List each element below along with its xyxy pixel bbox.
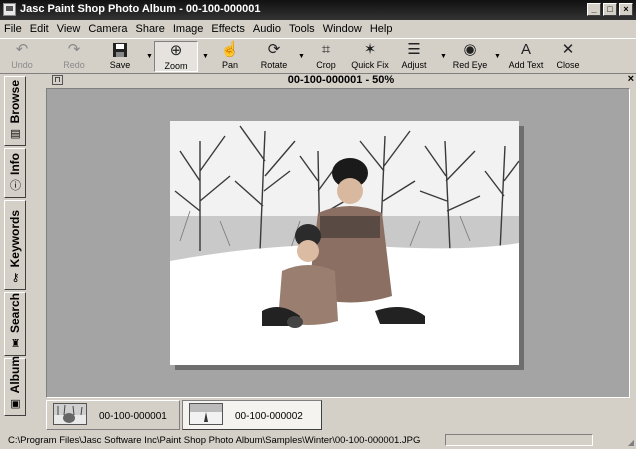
thumbnail-image bbox=[53, 403, 87, 425]
key-icon: ⚷ bbox=[11, 272, 20, 284]
tab-album[interactable]: Album ▣ bbox=[4, 356, 26, 416]
undo-button[interactable]: ↶ Undo bbox=[4, 41, 40, 72]
red-eye-button[interactable]: ◉ Red Eye bbox=[450, 41, 490, 72]
adjust-button[interactable]: ☰ Adjust bbox=[396, 41, 432, 72]
tab-info[interactable]: Info ⓘ bbox=[4, 148, 26, 198]
menu-tools[interactable]: Tools bbox=[285, 23, 319, 35]
close-x-icon: ✕ bbox=[561, 41, 575, 58]
magnifier-icon: ⊕ bbox=[169, 42, 183, 59]
menu-help[interactable]: Help bbox=[366, 23, 397, 35]
red-eye-dropdown-arrow[interactable]: ▼ bbox=[494, 53, 501, 60]
filmstrip-item-label: 00-100-000001 bbox=[99, 411, 167, 422]
app-icon[interactable] bbox=[3, 3, 16, 16]
crop-button[interactable]: ⌗ Crop bbox=[308, 41, 344, 72]
hand-icon: ☝ bbox=[220, 41, 240, 58]
menu-effects[interactable]: Effects bbox=[207, 23, 248, 35]
pan-button[interactable]: ☝ Pan bbox=[212, 41, 248, 72]
adjust-dropdown-arrow[interactable]: ▼ bbox=[440, 53, 447, 60]
filmstrip-item[interactable]: 00-100-000001 bbox=[46, 400, 180, 430]
resize-grip-icon[interactable]: ◢ bbox=[628, 438, 634, 447]
status-bar: C:\Program Files\Jasc Software Inc\Paint… bbox=[0, 432, 636, 449]
window-title: Jasc Paint Shop Photo Album - 00-100-000… bbox=[20, 3, 261, 15]
adjust-sliders-icon: ☰ bbox=[407, 41, 421, 58]
zoom-dropdown-arrow[interactable]: ▼ bbox=[202, 53, 209, 60]
title-bar: Jasc Paint Shop Photo Album - 00-100-000… bbox=[0, 0, 636, 20]
redo-icon: ↷ bbox=[67, 41, 81, 58]
photo-preview[interactable] bbox=[170, 121, 519, 365]
rotate-dropdown-arrow[interactable]: ▼ bbox=[298, 53, 305, 60]
tab-search[interactable]: Search ♜ bbox=[4, 292, 26, 356]
menu-window[interactable]: Window bbox=[319, 23, 366, 35]
info-icon: ⓘ bbox=[10, 180, 21, 192]
filmstrip-item[interactable]: 00-100-000002 bbox=[182, 400, 322, 430]
save-button[interactable]: Save bbox=[102, 41, 138, 72]
undo-icon: ↶ bbox=[15, 41, 29, 58]
text-icon: A bbox=[520, 41, 531, 58]
snow-scene-image bbox=[170, 121, 519, 365]
eye-icon: ◉ bbox=[463, 41, 477, 58]
status-panel bbox=[445, 434, 593, 446]
thumbnail-image bbox=[189, 403, 223, 425]
browse-icon: ▤ bbox=[10, 128, 21, 140]
filmstrip: 00-100-000001 00-100-000002 bbox=[46, 398, 636, 432]
close-button[interactable]: ✕ Close bbox=[552, 41, 584, 72]
filmstrip-item-label: 00-100-000002 bbox=[235, 411, 303, 422]
menu-bar: File Edit View Camera Share Image Effect… bbox=[0, 20, 636, 38]
tab-browse[interactable]: Browse ▤ bbox=[4, 76, 26, 146]
menu-camera[interactable]: Camera bbox=[84, 23, 131, 35]
magic-wand-icon: ✶ bbox=[363, 41, 377, 58]
maximize-button[interactable]: □ bbox=[603, 3, 617, 16]
menu-share[interactable]: Share bbox=[131, 23, 168, 35]
rotate-icon: ⟳ bbox=[267, 41, 281, 58]
menu-file[interactable]: File bbox=[0, 23, 26, 35]
add-text-button[interactable]: A Add Text bbox=[504, 41, 548, 72]
side-tabs: Browse ▤ Info ⓘ Keywords ⚷ Search ♜ Albu… bbox=[0, 74, 44, 416]
binoculars-icon: ♜ bbox=[10, 338, 21, 350]
menu-edit[interactable]: Edit bbox=[26, 23, 53, 35]
document-title: 00-100-000001 - 50% bbox=[287, 74, 395, 86]
album-icon: ▣ bbox=[10, 398, 21, 410]
crop-icon: ⌗ bbox=[321, 41, 331, 58]
close-window-button[interactable]: × bbox=[619, 3, 633, 16]
window-controls: _ □ × bbox=[587, 3, 633, 16]
minimize-button[interactable]: _ bbox=[587, 3, 601, 16]
close-document-button[interactable]: × bbox=[628, 73, 634, 85]
menu-audio[interactable]: Audio bbox=[249, 23, 285, 35]
quick-fix-button[interactable]: ✶ Quick Fix bbox=[350, 41, 390, 72]
document-titlebar: ⊓ 00-100-000001 - 50% × bbox=[46, 73, 636, 88]
save-dropdown-arrow[interactable]: ▼ bbox=[146, 53, 153, 60]
tab-keywords[interactable]: Keywords ⚷ bbox=[4, 200, 26, 290]
menu-view[interactable]: View bbox=[53, 23, 85, 35]
toolbar: ↶ Undo ↷ Redo Save ▼ ⊕ Zoom ▼ ☝ Pan ⟳ Ro… bbox=[0, 38, 636, 74]
file-path-status: C:\Program Files\Jasc Software Inc\Paint… bbox=[8, 435, 421, 446]
redo-button[interactable]: ↷ Redo bbox=[56, 41, 92, 72]
menu-image[interactable]: Image bbox=[169, 23, 208, 35]
image-canvas[interactable] bbox=[46, 88, 630, 398]
rotate-button[interactable]: ⟳ Rotate bbox=[256, 41, 292, 72]
zoom-button[interactable]: ⊕ Zoom bbox=[154, 41, 198, 72]
floppy-disk-icon bbox=[110, 42, 130, 58]
